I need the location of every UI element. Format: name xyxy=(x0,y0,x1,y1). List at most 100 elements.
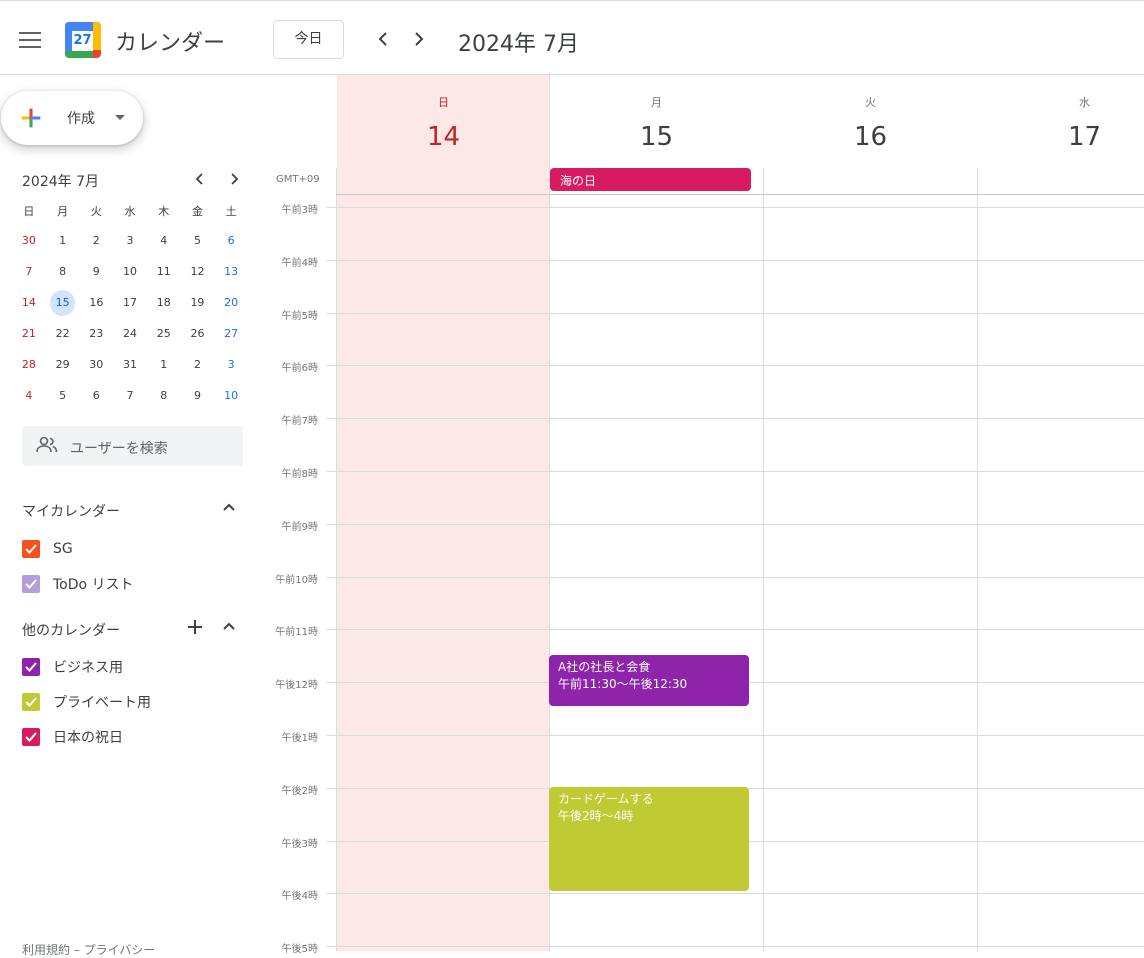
mini-calendar-day[interactable]: 12 xyxy=(181,259,215,285)
event-card-game[interactable]: カードゲームする 午後2時〜4時 xyxy=(549,787,749,891)
allday-event[interactable]: 海の日 xyxy=(550,168,751,191)
calendar-label: プライベート用 xyxy=(53,695,151,711)
mini-calendar-weeks: 30 1 2 3 4 5 6 7 8 9 10 11 12 13 14 15 16 17 18 19 20 21 22 23 2… xyxy=(12,225,248,411)
day-of-week: 水 xyxy=(1079,96,1090,109)
calendar-item-sg[interactable]: SG xyxy=(22,538,73,560)
mini-calendar-day[interactable]: 8 xyxy=(147,383,181,409)
mini-calendar-day[interactable]: 20 xyxy=(214,290,248,316)
day-header-mon[interactable]: 月 15 xyxy=(550,75,763,168)
main-menu-icon[interactable] xyxy=(19,32,41,48)
day-number[interactable]: 17 xyxy=(978,122,1144,152)
mini-calendar-day[interactable]: 3 xyxy=(113,228,147,254)
day-number[interactable]: 16 xyxy=(764,122,977,152)
mini-calendar-day[interactable]: 1 xyxy=(46,228,80,254)
mini-calendar-day[interactable]: 11 xyxy=(147,259,181,285)
day-header-tue[interactable]: 火 16 xyxy=(764,75,977,168)
today-button[interactable]: 今日 xyxy=(273,20,344,59)
mini-calendar-day[interactable]: 22 xyxy=(46,321,80,347)
mini-calendar-day[interactable]: 18 xyxy=(147,290,181,316)
mini-calendar-day[interactable]: 14 xyxy=(12,290,46,316)
mini-calendar-day[interactable]: 4 xyxy=(12,383,46,409)
top-app-bar: 27 カレンダー 今日 2024年 7月 xyxy=(0,0,1144,75)
check-icon xyxy=(25,697,37,707)
mini-calendar-day[interactable]: 9 xyxy=(79,259,113,285)
checkbox[interactable] xyxy=(22,540,40,558)
mini-prev-button[interactable] xyxy=(194,169,206,193)
mini-next-button[interactable] xyxy=(228,169,240,193)
mini-calendar-day[interactable]: 21 xyxy=(12,321,46,347)
calendar-item-business[interactable]: ビジネス用 xyxy=(22,656,123,678)
mini-calendar-day[interactable]: 5 xyxy=(46,383,80,409)
checkbox[interactable] xyxy=(22,728,40,746)
add-calendar-plus-icon[interactable] xyxy=(186,618,204,640)
day-number[interactable]: 15 xyxy=(550,122,763,152)
prev-week-button[interactable] xyxy=(376,28,390,54)
day-header-sun[interactable]: 日 14 xyxy=(337,75,550,168)
other-calendars-heading[interactable]: 他のカレンダー xyxy=(22,620,120,640)
mini-weekday-header: 日 月 火 水 木 金 土 xyxy=(12,203,248,225)
mini-calendar-week: 30 1 2 3 4 5 6 xyxy=(12,225,248,256)
mini-calendar-day[interactable]: 31 xyxy=(113,352,147,378)
mini-calendar-day[interactable]: 2 xyxy=(181,352,215,378)
create-button[interactable]: 作成 xyxy=(1,91,143,145)
hour-label: 午前4時 xyxy=(281,258,318,269)
mini-calendar-day[interactable]: 15 xyxy=(49,289,76,316)
calendar-item-private[interactable]: プライベート用 xyxy=(22,691,151,713)
mini-calendar-day[interactable]: 30 xyxy=(12,228,46,254)
hour-label: 午前7時 xyxy=(281,416,318,427)
mini-calendar-day[interactable]: 25 xyxy=(147,321,181,347)
grid-divider xyxy=(763,168,764,951)
mini-calendar-day[interactable]: 30 xyxy=(79,352,113,378)
mini-calendar-week: 28 29 30 31 1 2 3 xyxy=(12,349,248,380)
mini-calendar-day[interactable]: 6 xyxy=(214,228,248,254)
chevron-up-icon[interactable] xyxy=(221,499,237,519)
mini-calendar-day[interactable]: 3 xyxy=(214,352,248,378)
day-header-wed[interactable]: 水 17 xyxy=(978,75,1144,168)
mini-calendar-day[interactable]: 4 xyxy=(147,228,181,254)
timezone-label: GMT+09 xyxy=(276,174,320,185)
mini-calendar-day[interactable]: 7 xyxy=(12,259,46,285)
mini-calendar-day[interactable]: 19 xyxy=(181,290,215,316)
mini-calendar-day[interactable]: 16 xyxy=(79,290,113,316)
calendar-label: ToDo リスト xyxy=(53,577,134,593)
mini-calendar-day[interactable]: 23 xyxy=(79,321,113,347)
mini-calendar-day[interactable]: 10 xyxy=(214,383,248,409)
mini-calendar-day[interactable]: 17 xyxy=(113,290,147,316)
checkbox[interactable] xyxy=(22,693,40,711)
mini-calendar-day[interactable]: 13 xyxy=(214,259,248,285)
day-number[interactable]: 14 xyxy=(337,122,550,152)
mini-calendar-day[interactable]: 26 xyxy=(181,321,215,347)
mini-calendar-day[interactable]: 28 xyxy=(12,352,46,378)
my-calendars-heading[interactable]: マイカレンダー xyxy=(22,501,120,521)
mini-calendar-day[interactable]: 10 xyxy=(113,259,147,285)
checkbox[interactable] xyxy=(22,658,40,676)
check-icon xyxy=(25,544,37,554)
mini-calendar-day[interactable]: 5 xyxy=(181,228,215,254)
mini-calendar-day[interactable]: 1 xyxy=(147,352,181,378)
calendar-item-todo[interactable]: ToDo リスト xyxy=(22,573,134,595)
next-week-button[interactable] xyxy=(412,28,426,54)
check-icon xyxy=(25,662,37,672)
search-users-input[interactable]: ユーザーを検索 xyxy=(22,426,243,466)
mini-calendar-day[interactable]: 2 xyxy=(79,228,113,254)
mini-calendar-day[interactable]: 9 xyxy=(181,383,215,409)
footer-links[interactable]: 利用規約 – プライバシー xyxy=(22,941,155,958)
mini-calendar-day[interactable]: 6 xyxy=(79,383,113,409)
mini-calendar-day[interactable]: 7 xyxy=(113,383,147,409)
hour-line xyxy=(326,946,1144,947)
mini-calendar-day[interactable]: 29 xyxy=(46,352,80,378)
chevron-up-icon[interactable] xyxy=(221,618,237,638)
mini-calendar-day[interactable]: 8 xyxy=(46,259,80,285)
mini-calendar-week: 7 8 9 10 11 12 13 xyxy=(12,256,248,287)
event-dinner[interactable]: A社の社長と会食 午前11:30〜午後12:30 xyxy=(549,655,749,706)
weekday-label: 火 xyxy=(90,205,102,218)
check-icon xyxy=(25,732,37,742)
mini-calendar-day[interactable]: 27 xyxy=(214,321,248,347)
mini-calendar-week: 14 15 16 17 18 19 20 xyxy=(12,287,248,318)
calendar-item-holidays[interactable]: 日本の祝日 xyxy=(22,726,123,748)
mini-calendar-day[interactable]: 24 xyxy=(113,321,147,347)
hour-line xyxy=(326,418,1144,419)
hour-label: 午前9時 xyxy=(281,522,318,533)
checkbox[interactable] xyxy=(22,575,40,593)
hour-label: 午後2時 xyxy=(281,786,318,797)
